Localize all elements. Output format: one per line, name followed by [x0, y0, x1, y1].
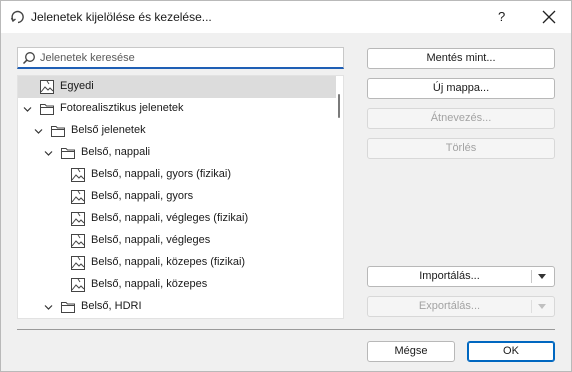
close-icon [542, 10, 556, 24]
folder-icon [51, 126, 65, 137]
ok-button[interactable]: OK [467, 341, 555, 362]
tree-item-label: Belső, nappali, végleges (fizikai) [91, 212, 249, 224]
search-input[interactable] [40, 50, 338, 66]
tree-item-fotorealisztikus[interactable]: Fotorealisztikus jelenetek [18, 98, 336, 120]
export-split-button[interactable]: Exportálás... [367, 296, 555, 317]
split-divider [531, 300, 532, 313]
export-dropdown-arrow-icon[interactable] [538, 304, 546, 309]
tree-item-belso-hdri[interactable]: Belső, HDRI [18, 296, 336, 318]
tree-item-label: Belső, nappali, közepes (fizikai) [91, 256, 246, 268]
image-icon [71, 190, 85, 204]
image-icon [71, 168, 85, 182]
tree-item-label: Belső, nappali [81, 146, 151, 158]
tree-item-label: Egyedi [60, 80, 94, 92]
tree-item-scene[interactable]: Belső, nappali, gyors (fizikai) [18, 164, 336, 186]
import-split-button[interactable]: Importálás... [367, 266, 555, 287]
chevron-down-icon[interactable] [44, 303, 53, 312]
tree-item-scene[interactable]: Belső, nappali, végleges [18, 230, 336, 252]
help-button[interactable]: ? [485, 1, 521, 33]
search-icon [22, 52, 35, 65]
export-button[interactable]: Exportálás... [368, 297, 531, 316]
tree-item-belso-nappali[interactable]: Belső, nappali [18, 142, 336, 164]
split-divider [531, 270, 532, 283]
tree-item-label: Belső, nappali, gyors [91, 190, 194, 202]
tree-item-label: Belső jelenetek [71, 124, 146, 136]
image-icon [71, 278, 85, 292]
folder-icon [40, 104, 54, 115]
window-title: Jelenetek kijelölése és kezelése... [31, 10, 212, 24]
import-button[interactable]: Importálás... [368, 267, 531, 286]
tree-item-label: Fotorealisztikus jelenetek [60, 102, 184, 114]
tree-scrollbar[interactable] [338, 94, 340, 118]
tree-item-scene[interactable]: Belső, nappali, közepes (fizikai) [18, 252, 336, 274]
image-icon [71, 212, 85, 226]
search-box[interactable] [17, 47, 344, 69]
import-dropdown-arrow-icon[interactable] [538, 274, 546, 279]
new-folder-button[interactable]: Új mappa... [367, 78, 555, 99]
tree-item-scene[interactable]: Belső, nappali, közepes [18, 274, 336, 296]
rename-button[interactable]: Átnevezés... [367, 108, 555, 129]
close-button[interactable] [531, 1, 567, 33]
chevron-down-icon[interactable] [44, 149, 53, 158]
tree-item-label: Belső, nappali, közepes [91, 278, 208, 290]
tree-item-label: Belső, nappali, gyors (fizikai) [91, 168, 232, 180]
chevron-down-icon[interactable] [23, 105, 32, 114]
delete-button[interactable]: Törlés [367, 138, 555, 159]
folder-icon [61, 302, 75, 313]
image-icon [71, 256, 85, 270]
scene-manager-dialog: Jelenetek kijelölése és kezelése... ? Eg… [0, 0, 572, 372]
tree-item-belso-jelenetek[interactable]: Belső jelenetek [18, 120, 336, 142]
footer-divider [17, 329, 555, 330]
scene-tree[interactable]: Egyedi Fotorealisztikus jelenetek Belső … [17, 75, 344, 319]
image-icon [40, 80, 54, 94]
save-as-button[interactable]: Mentés mint... [367, 48, 555, 69]
tree-item-label: Belső, nappali, végleges [91, 234, 211, 246]
refresh-icon [10, 10, 24, 24]
tree-item-scene[interactable]: Belső, nappali, gyors [18, 186, 336, 208]
image-icon [71, 234, 85, 248]
chevron-down-icon[interactable] [34, 127, 43, 136]
tree-item-label: Belső, HDRI [81, 300, 142, 312]
cancel-button[interactable]: Mégse [367, 341, 455, 362]
help-label: ? [498, 9, 506, 24]
tree-item-egyedi[interactable]: Egyedi [18, 76, 336, 98]
tree-item-scene[interactable]: Belső, nappali, végleges (fizikai) [18, 208, 336, 230]
folder-icon [61, 148, 75, 159]
title-bar[interactable]: Jelenetek kijelölése és kezelése... ? [1, 1, 571, 33]
